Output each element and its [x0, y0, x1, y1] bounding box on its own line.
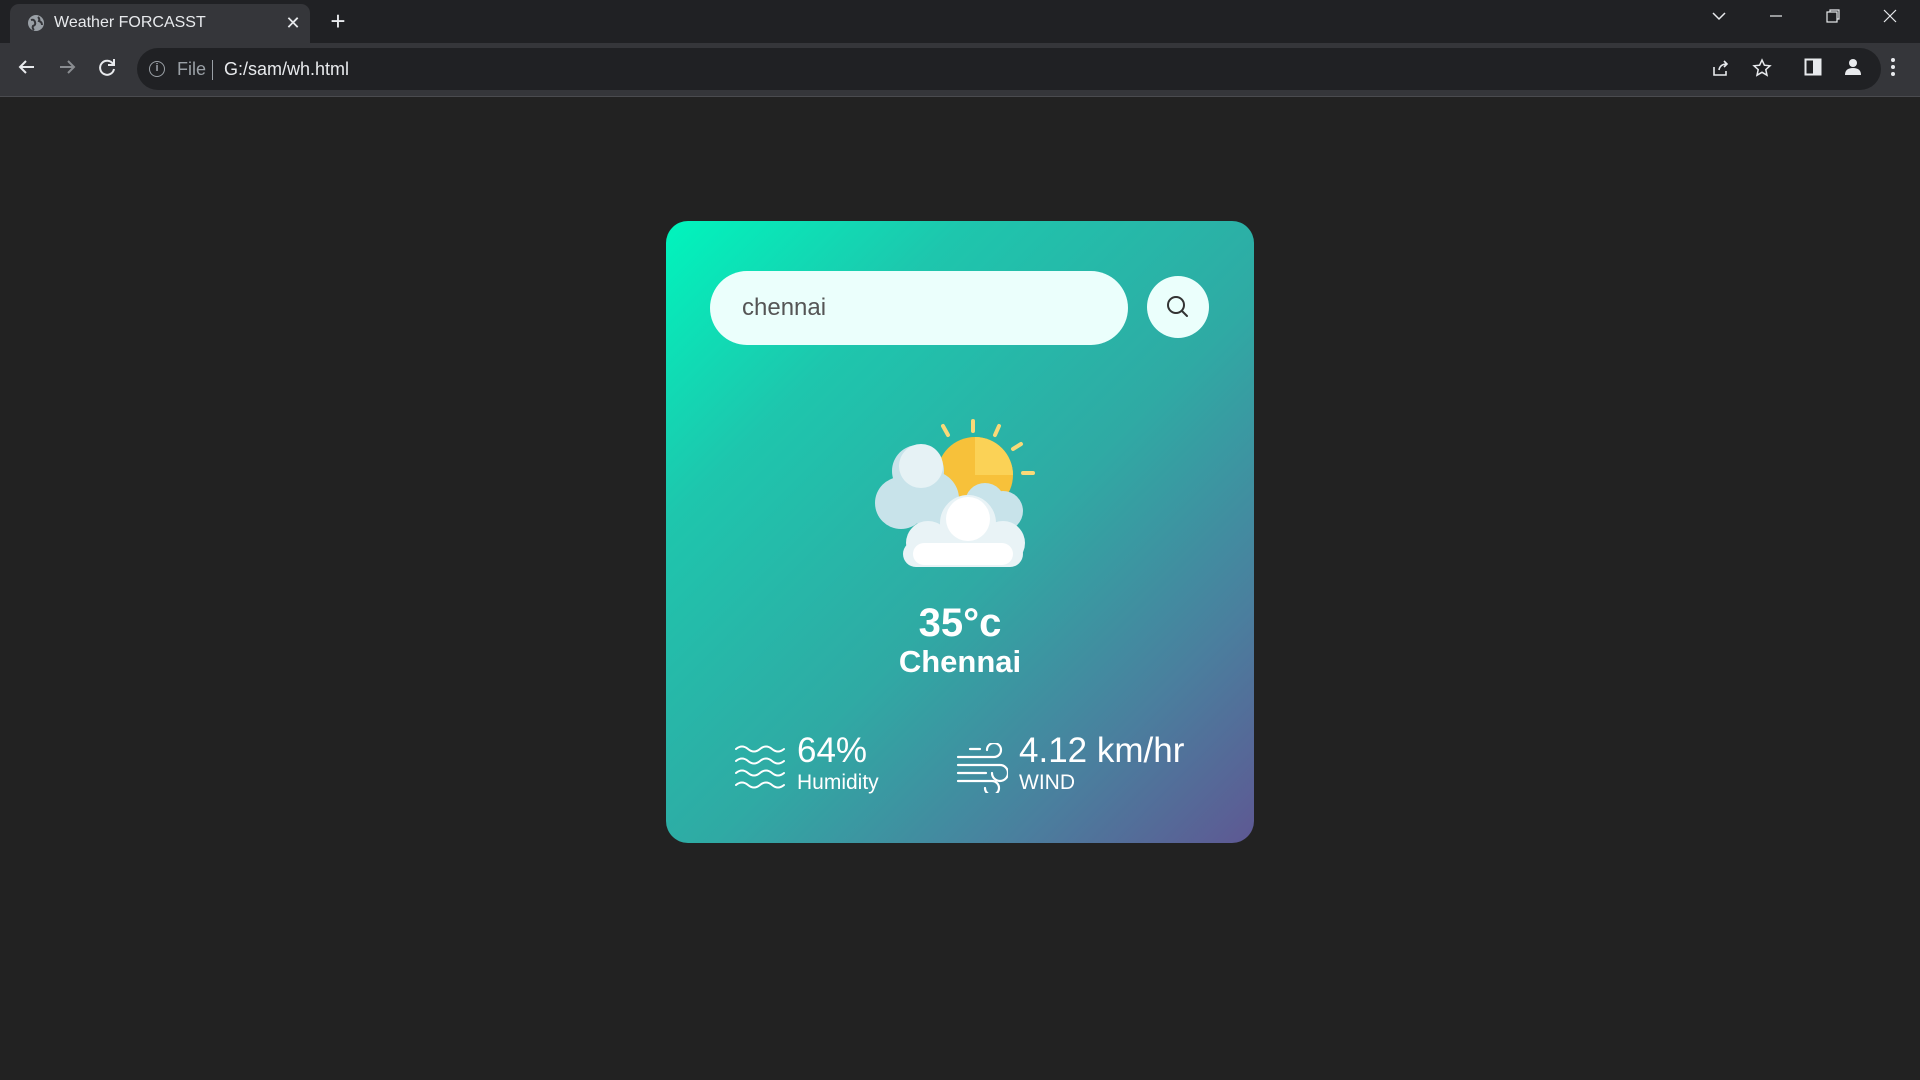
- url-text[interactable]: G:/sam/wh.html: [224, 59, 349, 80]
- wind-icon: [956, 743, 1008, 793]
- side-panel-icon[interactable]: [1800, 57, 1826, 83]
- close-window-icon[interactable]: [1875, 8, 1905, 32]
- search-icon: [1167, 296, 1188, 317]
- wind-detail: 4.12 km/hr WIND: [956, 731, 1226, 801]
- restore-icon[interactable]: [1818, 8, 1848, 32]
- search-button[interactable]: [1147, 276, 1209, 338]
- partly-cloudy-icon: [875, 419, 1035, 567]
- temperature: 35°c: [918, 601, 1002, 645]
- info-icon[interactable]: i: [149, 61, 165, 77]
- wind-value: 4.12 km/hr: [1019, 731, 1185, 770]
- back-icon[interactable]: [13, 56, 41, 84]
- city-search-input[interactable]: [740, 293, 1098, 323]
- city-name: Chennai: [898, 644, 1022, 679]
- tab-title: Weather FORCASST: [54, 14, 206, 31]
- close-tab-icon[interactable]: ✕: [282, 12, 304, 34]
- scheme-label: File: [177, 59, 207, 79]
- search-box[interactable]: [710, 271, 1128, 345]
- humidity-detail: 64% Humidity: [734, 731, 904, 801]
- tab-search-icon[interactable]: [1704, 8, 1734, 32]
- share-icon[interactable]: [1710, 58, 1732, 80]
- weather-card: 35°c Chennai 64% Humidity 4.12 km/hr WIN…: [666, 221, 1254, 843]
- wind-label: WIND: [1019, 771, 1075, 794]
- browser-titlebar: Weather FORCASST ✕ +: [0, 0, 1920, 43]
- globe-icon: [28, 15, 44, 31]
- humidity-value: 64%: [797, 731, 868, 770]
- address-bar[interactable]: i File G:/sam/wh.html: [137, 48, 1881, 90]
- humidity-waves-icon: [735, 745, 785, 789]
- reload-icon[interactable]: [93, 56, 121, 84]
- omnibox-divider: [212, 60, 213, 80]
- browser-toolbar: i File G:/sam/wh.html: [0, 43, 1920, 97]
- profile-icon[interactable]: [1840, 57, 1866, 83]
- new-tab-button[interactable]: +: [325, 8, 351, 34]
- forward-icon[interactable]: [53, 56, 81, 84]
- browser-tab[interactable]: Weather FORCASST ✕: [10, 4, 310, 43]
- minimize-icon[interactable]: [1761, 8, 1791, 32]
- humidity-label: Humidity: [797, 771, 879, 794]
- menu-kebab-icon[interactable]: [1880, 57, 1906, 83]
- bookmark-star-icon[interactable]: [1751, 58, 1773, 80]
